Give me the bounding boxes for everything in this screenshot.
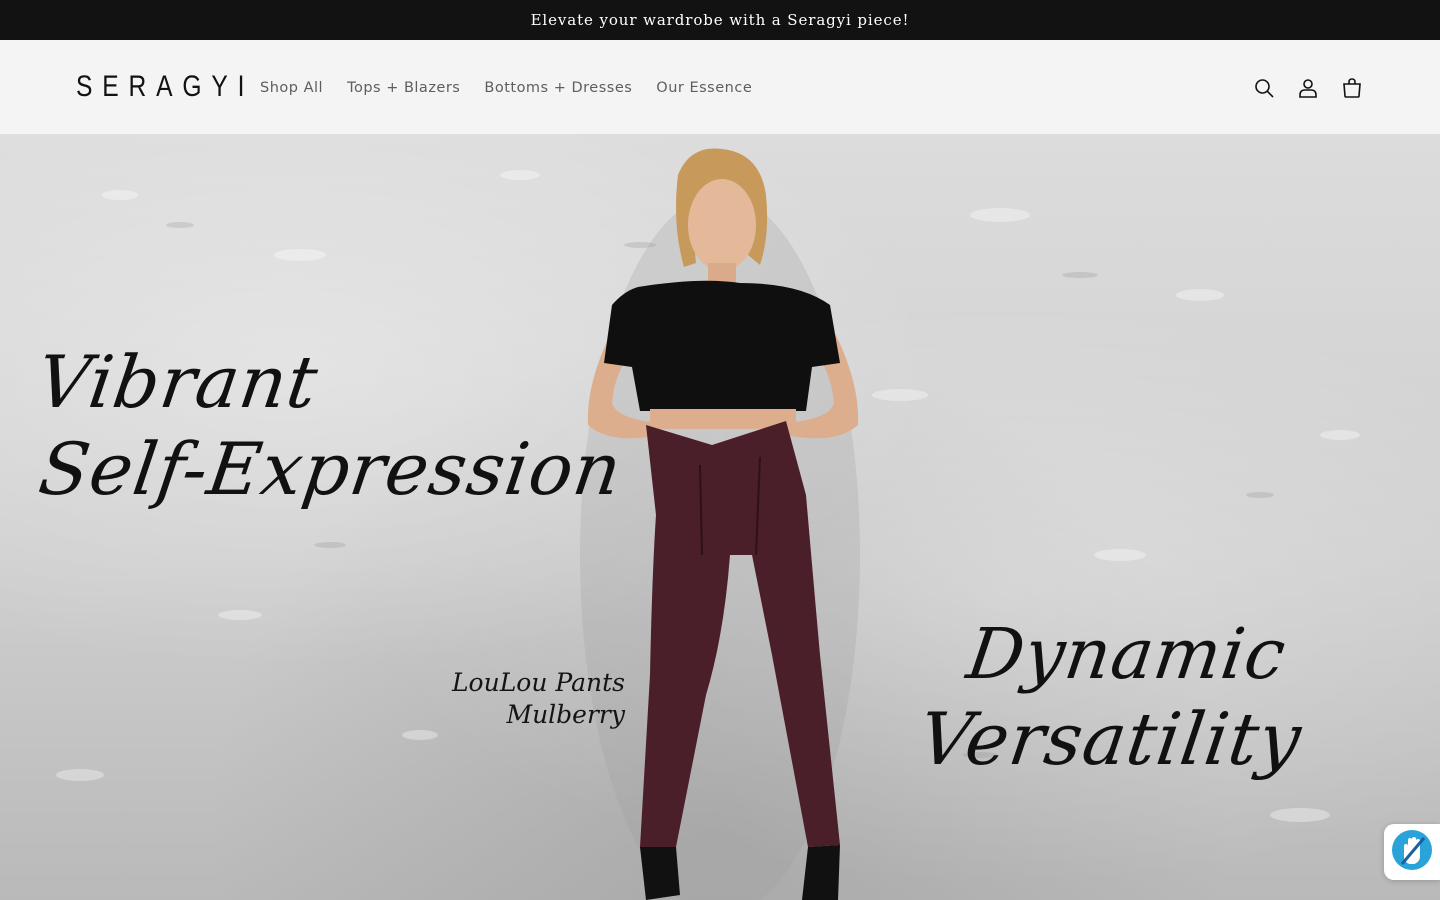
product-name: LouLou Pants [451,668,625,697]
privacy-hand-icon [1390,828,1434,877]
nav-shop-all[interactable]: Shop All [248,80,335,96]
site-header: SERAGYI Shop All Tops + Blazers Bottoms … [0,40,1440,135]
cart-icon[interactable] [1340,76,1364,100]
hero-tagline-left-line1: Vibrant [32,340,324,424]
hero-tagline-left-line2: Self-Expression [34,427,628,511]
privacy-badge[interactable] [1384,824,1440,880]
hero-product-label: LouLou Pants Mulberry [452,667,625,731]
announcement-bar: Elevate your wardrobe with a Seragyi pie… [0,0,1440,40]
account-icon[interactable] [1296,76,1320,100]
main-nav: Shop All Tops + Blazers Bottoms + Dresse… [248,40,764,135]
nav-our-essence[interactable]: Our Essence [644,80,764,96]
nav-bottoms-dresses[interactable]: Bottoms + Dresses [472,80,644,96]
brand-logo[interactable]: SERAGYI [76,71,254,103]
product-color: Mulberry [506,700,625,729]
hero-model-image [56,148,1360,900]
hero-banner[interactable]: Vibrant Self-Expression LouLou Pants Mul… [0,135,1440,900]
header-icons [1252,40,1364,135]
nav-tops-blazers[interactable]: Tops + Blazers [335,80,472,96]
announcement-text: Elevate your wardrobe with a Seragyi pie… [530,11,910,29]
hero-tagline-right-line1: Dynamic [962,613,1292,695]
hero-tagline-right-line2: Versatility [914,697,1307,781]
search-icon[interactable] [1252,76,1276,100]
